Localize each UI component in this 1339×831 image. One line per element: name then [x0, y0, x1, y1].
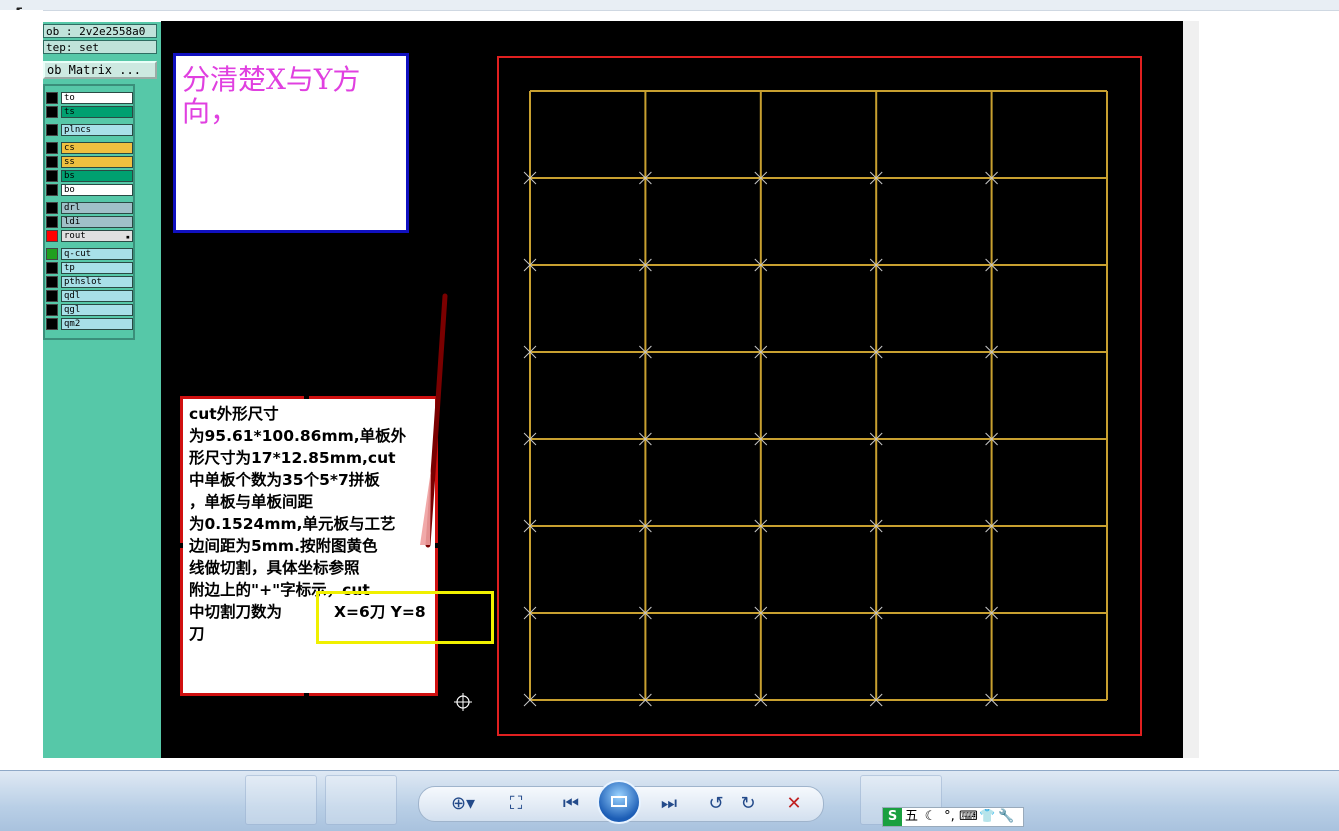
wrench-icon[interactable]: 🔧 [997, 808, 1016, 826]
next-icon[interactable]: ⏭ [651, 787, 687, 821]
fit-icon[interactable]: ⛶ [501, 787, 531, 821]
rotate-left-icon[interactable]: ↺ [703, 787, 729, 821]
slideshow-button[interactable] [597, 780, 641, 824]
punctuation-icon[interactable]: °, [940, 808, 959, 826]
keyboard-icon[interactable]: ⌨ [959, 808, 978, 826]
slideshow-icon [611, 796, 627, 807]
cut-count-answer: X=6刀 Y=8 [334, 603, 426, 621]
sogou-icon[interactable]: S [883, 808, 902, 826]
wubi-icon[interactable]: 五 [902, 808, 921, 826]
delete-icon[interactable]: ✕ [781, 787, 807, 821]
zoom-icon[interactable]: ⊕▾ [443, 787, 483, 821]
skin-icon[interactable]: 👕 [978, 808, 997, 826]
ime-toolbar: S 五 ☾ °, ⌨ 👕 🔧 [882, 807, 1024, 827]
arrow-annotation [420, 293, 472, 711]
previous-icon[interactable]: ⏮ [553, 787, 589, 821]
rotate-right-icon[interactable]: ↻ [735, 787, 761, 821]
taskbar-item[interactable] [245, 775, 317, 825]
moon-icon[interactable]: ☾ [921, 808, 940, 826]
taskbar-item[interactable] [325, 775, 397, 825]
origin-marker-icon [454, 693, 472, 711]
